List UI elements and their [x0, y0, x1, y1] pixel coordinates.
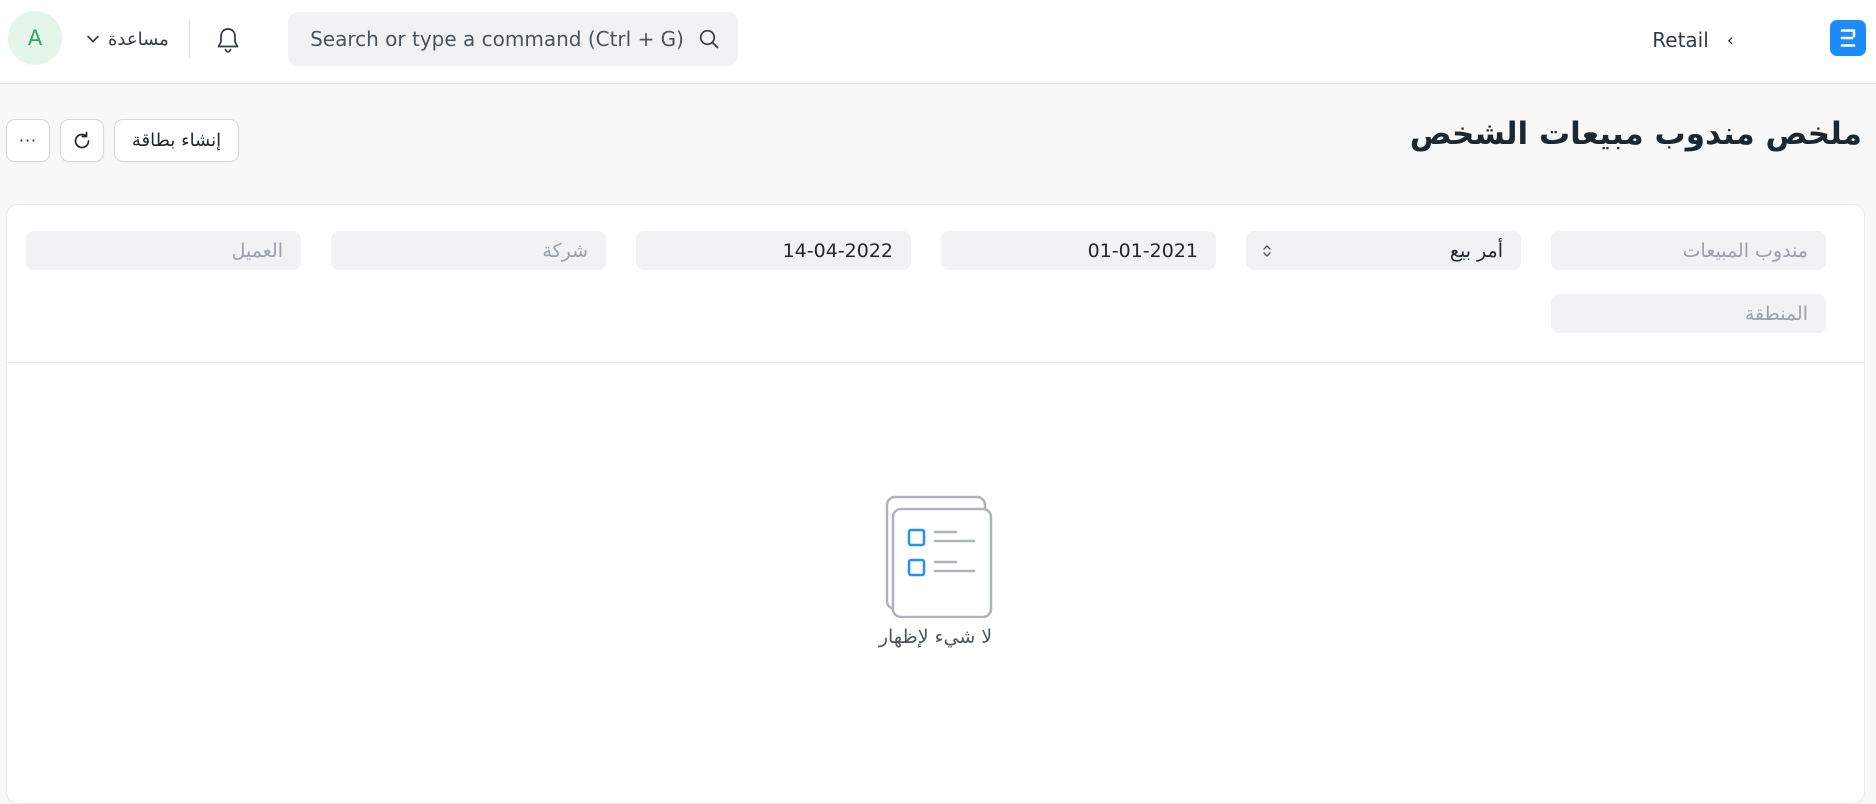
doc-type-select[interactable]: أمر بيع [1246, 231, 1521, 270]
breadcrumb: Retail ‹ [1652, 24, 1734, 56]
empty-state-message: لا شيء لإظهار [878, 626, 993, 648]
from-date-field[interactable]: 01-01-2021 [941, 231, 1216, 270]
avatar[interactable]: A [8, 11, 62, 65]
customer-filter[interactable]: العميل [26, 231, 301, 270]
more-icon: ··· [18, 131, 38, 150]
page-title: ملخص مندوب مبيعات الشخص [1409, 116, 1862, 152]
help-label: مساعدة [108, 28, 169, 50]
report-card: مندوب المبيعات أمر بيع 01-01-2021 14-04-… [6, 204, 1865, 804]
search-input[interactable]: Search or type a command (Ctrl + G) [288, 12, 738, 66]
doc-type-value: أمر بيع [1449, 239, 1503, 262]
chevron-down-icon [87, 35, 99, 43]
navbar-divider [189, 20, 190, 58]
empty-state: لا شيء لإظهار [7, 490, 1864, 648]
more-button[interactable]: ··· [6, 119, 50, 162]
bell-icon [217, 28, 239, 53]
search-icon [699, 29, 719, 49]
chevron-left-icon: ‹ [1726, 29, 1734, 51]
logo-letter [1840, 29, 1856, 47]
select-arrows-icon [1263, 245, 1271, 257]
navbar: A مساعدة Search or type a command (Ctrl … [0, 0, 1876, 84]
company-filter[interactable]: شركة [331, 231, 606, 270]
refresh-button[interactable] [60, 119, 104, 162]
empty-list-icon [885, 495, 992, 618]
notifications-button[interactable] [212, 24, 244, 56]
create-card-button[interactable]: إنشاء بطاقة [114, 119, 239, 162]
sales-person-filter[interactable]: مندوب المبيعات [1551, 231, 1826, 270]
territory-filter[interactable]: المنطقة [1551, 294, 1826, 333]
filters-divider [7, 362, 1864, 363]
to-date-field[interactable]: 14-04-2022 [636, 231, 911, 270]
refresh-icon [74, 131, 90, 148]
help-dropdown[interactable]: مساعدة [86, 22, 169, 56]
erpnext-logo[interactable] [1830, 20, 1866, 56]
search-placeholder: Search or type a command (Ctrl + G) [310, 27, 684, 51]
breadcrumb-item-retail[interactable]: Retail [1652, 28, 1709, 52]
